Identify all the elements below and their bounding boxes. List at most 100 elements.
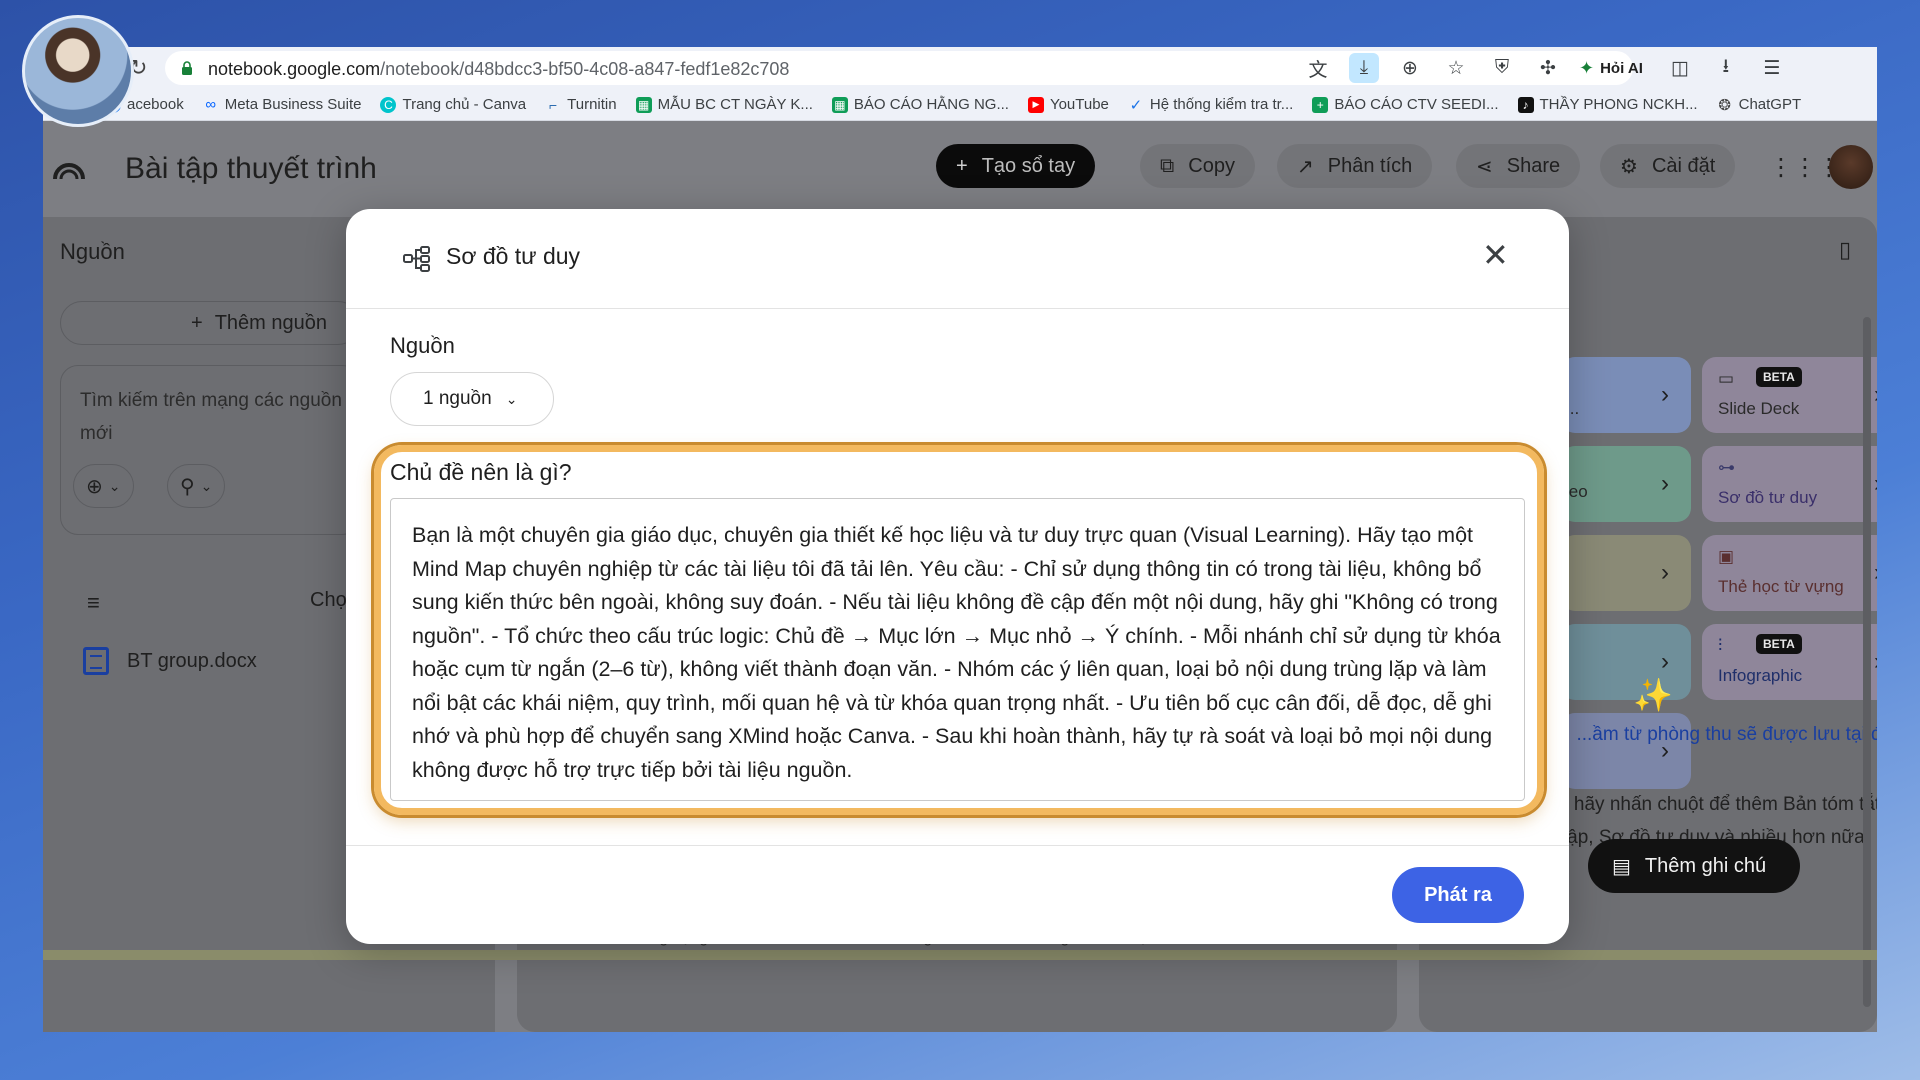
zoom-icon[interactable]: ⊕ — [1395, 53, 1425, 83]
add-note-button[interactable]: ▤ Thêm ghi chú — [1588, 839, 1801, 893]
mindmap-dialog: Sơ đồ tư duy ✕ Nguồn 1 nguồn ⌄ Chủ đề nên… — [346, 209, 1569, 944]
extensions-icon[interactable]: ✣ — [1533, 53, 1563, 83]
flashcards-card[interactable]: ▣ Thẻ học từ vựng › — [1702, 535, 1877, 611]
install-app-icon[interactable]: ⤓ — [1349, 53, 1379, 83]
bookmark-label: YouTube — [1049, 96, 1109, 113]
source-dropdown[interactable]: 1 nguồn ⌄ — [390, 372, 554, 426]
shield-extension-icon[interactable]: ⛨ — [1487, 53, 1517, 83]
slide-deck-card[interactable]: ▭ BETA Slide Deck › — [1702, 357, 1877, 433]
bookmark-item[interactable]: + BÁO CÁO CTV SEEDI... — [1312, 96, 1499, 113]
bookmarks-bar: facebook ∞Meta Business Suite CTrang chủ… — [43, 89, 1877, 121]
filter-icon[interactable]: ≡ — [87, 590, 100, 616]
source-name: BT group.docx — [127, 649, 257, 672]
studio-empty-note: ...ầm từ phòng thu sẽ được lưu tại đây. — [1576, 724, 1877, 745]
infographic-label: Infographic — [1718, 666, 1803, 685]
bookmark-label: Meta Business Suite — [224, 96, 362, 113]
infographic-card[interactable]: ⫶ BETA Infographic › — [1702, 624, 1877, 700]
split-view-icon[interactable]: ◫ — [1665, 53, 1695, 83]
bookmark-label: THẦY PHONG NCKH... — [1539, 96, 1698, 113]
sources-title: Nguồn — [60, 239, 125, 264]
profile-photo-overlay — [22, 15, 134, 127]
plus-sheet-icon: + — [1312, 96, 1329, 113]
web-search-text: Tìm kiếm trên mạng các nguồn mới — [80, 390, 342, 444]
bookmark-label: MẪU BC CT NGÀY K... — [657, 96, 813, 113]
notebook-title[interactable]: Bài tập thuyết trình — [125, 152, 377, 186]
bookmark-item[interactable]: ▦ BÁO CÁO HẰNG NG... — [831, 96, 1009, 113]
topic-question-label: Chủ đề nên là gì? — [390, 459, 572, 485]
globe-icon: ⊕ — [86, 475, 103, 498]
studio-card[interactable]: leo › — [1561, 446, 1691, 522]
chevron-right-icon: › — [1661, 470, 1669, 497]
meta-icon: ∞ — [205, 96, 217, 113]
download-icon[interactable]: ⭳ — [1711, 53, 1741, 83]
reading-list-icon[interactable]: ☰ — [1757, 53, 1787, 83]
address-row: ↻ notebook.google.com/notebook/d48bdcc3-… — [43, 47, 1877, 89]
beta-badge: BETA — [1756, 634, 1802, 654]
magic-wand-icon: ✨ — [1633, 677, 1673, 713]
topic-textarea-value: Bạn là một chuyên gia giáo dục, chuyên g… — [412, 523, 1501, 782]
scrollbar[interactable] — [1863, 317, 1871, 1007]
sparkle-icon: ✦ — [1579, 57, 1595, 78]
chevron-right-icon: › — [1874, 381, 1877, 409]
share-icon: ⋖ — [1476, 155, 1493, 178]
dialog-title: Sơ đồ tư duy — [446, 243, 581, 269]
analytics-label: Phân tích — [1327, 154, 1413, 177]
studio-card[interactable]: ... › — [1561, 357, 1691, 433]
settings-label: Cài đặt — [1651, 154, 1716, 177]
chevron-right-icon: › — [1874, 648, 1877, 676]
hoi-ai-button[interactable]: ✦ Hỏi AI — [1579, 58, 1643, 79]
bookmark-item[interactable]: ✓ Hệ thống kiểm tra tr... — [1128, 96, 1294, 114]
bookmark-item[interactable]: ▦ MẪU BC CT NGÀY K... — [635, 96, 813, 113]
web-search-box[interactable]: Tìm kiếm trên mạng các nguồn mới ⊕ ⌄ ⚲ ⌄ — [60, 365, 360, 535]
chevron-right-icon: › — [1874, 559, 1877, 587]
bookmark-item[interactable]: ♪ THẦY PHONG NCKH... — [1517, 96, 1698, 113]
bookmark-item[interactable]: ❂ ChatGPT — [1717, 96, 1801, 114]
share-label: Share — [1506, 154, 1561, 177]
copy-button[interactable]: ⧉ Copy — [1140, 144, 1255, 188]
plus-icon: + — [956, 154, 968, 177]
dialog-header: Sơ đồ tư duy ✕ — [346, 209, 1569, 309]
topic-textarea[interactable]: Bạn là một chuyên gia giáo dục, chuyên g… — [390, 498, 1525, 801]
bookmark-item[interactable]: C Trang chủ - Canva — [380, 96, 526, 113]
generate-button[interactable]: Phát ra — [1392, 867, 1524, 923]
sheets-icon: ▦ — [635, 96, 652, 113]
create-notebook-button[interactable]: + Tạo sổ tay — [936, 144, 1096, 188]
chevron-right-icon: › — [1874, 470, 1877, 498]
notebook-logo-icon[interactable] — [51, 149, 87, 185]
settings-button[interactable]: ⚙ Cài đặt — [1600, 144, 1736, 188]
bookmark-label: BÁO CÁO CTV SEEDI... — [1334, 96, 1499, 113]
note-icon: ▤ — [1612, 855, 1631, 878]
copy-label: Copy — [1188, 154, 1235, 177]
youtube-icon: ▶ — [1027, 96, 1044, 113]
analytics-button[interactable]: ↗ Phân tích — [1277, 144, 1433, 188]
bottom-strip — [43, 950, 1877, 960]
beta-badge: BETA — [1756, 367, 1802, 387]
add-source-button[interactable]: + Thêm nguồn — [60, 301, 360, 345]
chatgpt-icon: ❂ — [1718, 96, 1731, 114]
web-source-dropdown[interactable]: ⊕ ⌄ — [73, 464, 134, 508]
plus-icon: + — [191, 311, 203, 334]
bookmark-star-icon[interactable]: ☆ — [1441, 53, 1471, 83]
url-path: /notebook/d48bdcc3-bf50-4c08-a847-fedf1e… — [380, 59, 790, 79]
translate-icon[interactable]: 文 — [1303, 53, 1333, 83]
select-all-label: Chọ — [310, 589, 347, 611]
panel-toggle-icon[interactable]: ▯ — [1839, 237, 1851, 263]
bookmark-item[interactable]: ⌐ Turnitin — [545, 96, 617, 113]
add-source-label: Thêm nguồn — [214, 311, 327, 334]
bookmark-label: BÁO CÁO HẰNG NG... — [853, 96, 1009, 113]
research-mode-dropdown[interactable]: ⚲ ⌄ — [167, 464, 226, 508]
check-icon: ✓ — [1129, 96, 1143, 114]
avatar[interactable] — [1829, 145, 1873, 189]
mindmap-icon: ⊶ — [1718, 458, 1735, 477]
close-icon[interactable]: ✕ — [1482, 239, 1509, 271]
bookmark-item[interactable]: ▶ YouTube — [1027, 96, 1109, 113]
source-item[interactable]: BT group.docx — [83, 647, 257, 675]
mindmap-card[interactable]: ⊶ Sơ đồ tư duy › — [1702, 446, 1877, 522]
slides-icon: ▭ — [1718, 369, 1735, 388]
bookmark-item[interactable]: ∞ Meta Business Suite — [203, 96, 362, 113]
studio-card[interactable]: › — [1561, 535, 1691, 611]
gear-icon: ⚙ — [1620, 155, 1638, 178]
share-button[interactable]: ⋖ Share — [1456, 144, 1581, 188]
document-icon — [83, 647, 109, 675]
site-info-icon[interactable] — [179, 60, 195, 76]
